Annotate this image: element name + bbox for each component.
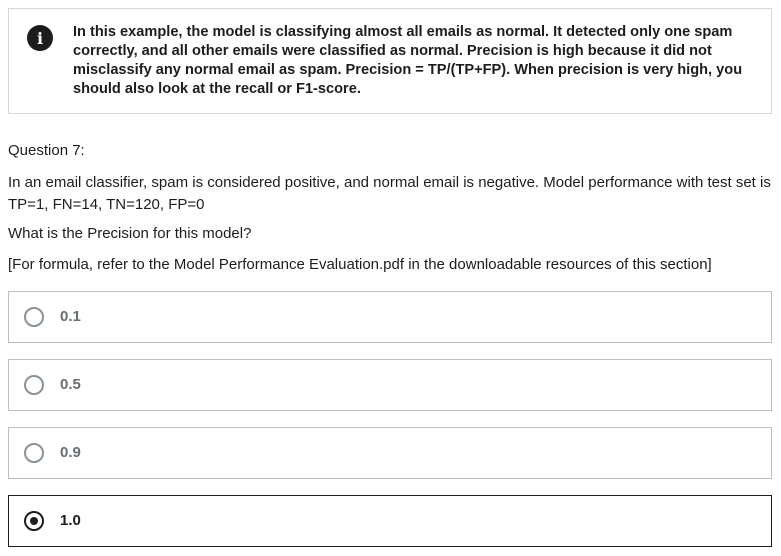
answer-option-2[interactable]: 0.5 [8, 359, 772, 411]
radio-button-selected[interactable] [24, 511, 44, 531]
question-ask: What is the Precision for this model? [8, 225, 252, 242]
answer-option-3[interactable]: 0.9 [8, 427, 772, 479]
radio-button[interactable] [24, 307, 44, 327]
radio-button[interactable] [24, 443, 44, 463]
radio-button[interactable] [24, 375, 44, 395]
answer-option-4[interactable]: 1.0 [8, 495, 772, 547]
info-icon: i [27, 25, 53, 51]
question-number: Question 7: [8, 142, 85, 159]
answer-option-label: 0.5 [60, 376, 81, 393]
answer-option-1[interactable]: 0.1 [8, 291, 772, 343]
answer-option-label: 1.0 [60, 512, 81, 529]
question-hint: [For formula, refer to the Model Perform… [8, 256, 712, 273]
explanation-box: i In this example, the model is classify… [8, 8, 772, 114]
radio-dot-icon [30, 517, 38, 525]
answer-option-label: 0.1 [60, 308, 81, 325]
question-prompt: In an email classifier, spam is consider… [8, 174, 771, 213]
answer-option-label: 0.9 [60, 444, 81, 461]
explanation-text: In this example, the model is classifyin… [73, 24, 743, 97]
